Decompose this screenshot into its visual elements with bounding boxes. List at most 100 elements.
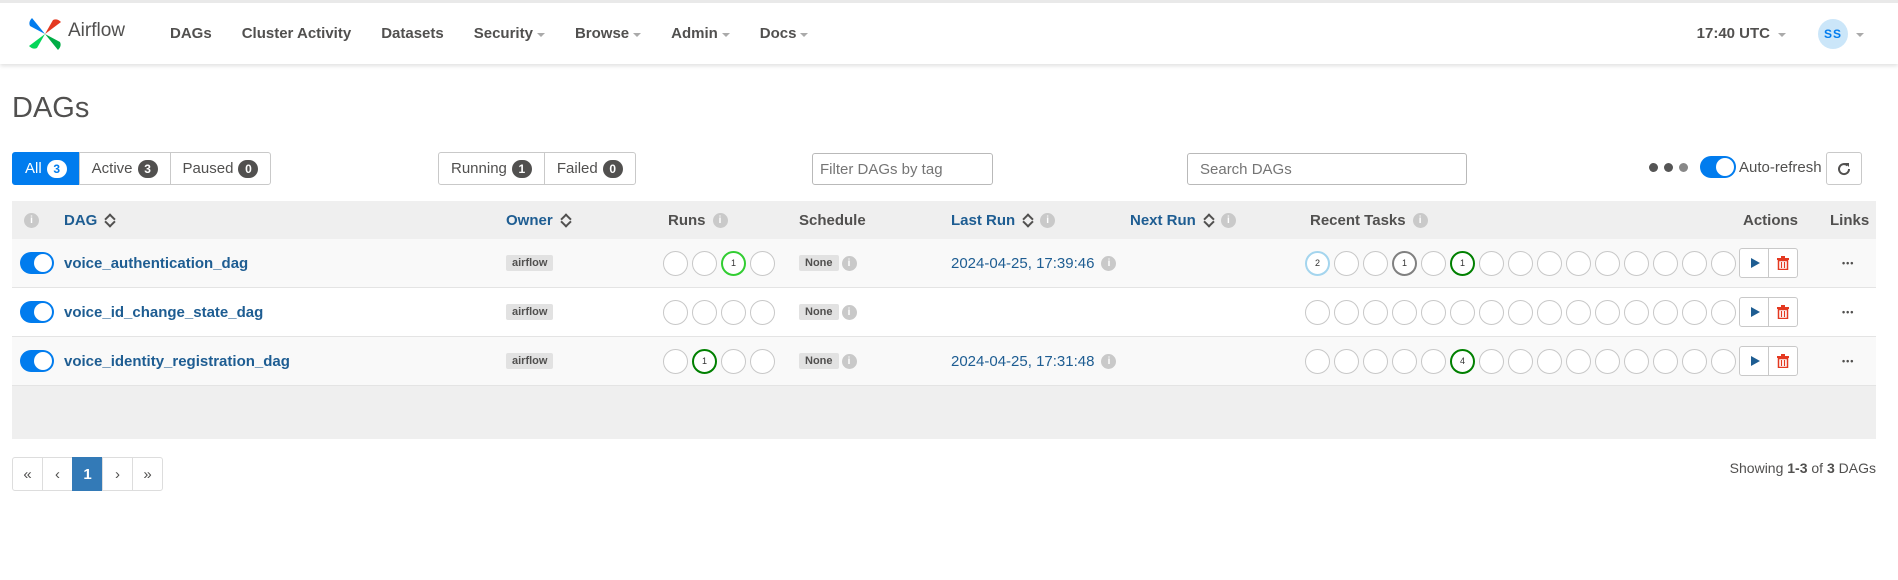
ellipsis-icon[interactable]: ••• — [1842, 356, 1854, 366]
task-state-circle[interactable] — [1624, 299, 1649, 325]
task-state-circle[interactable] — [1711, 299, 1736, 325]
task-state-circle[interactable] — [1305, 299, 1330, 325]
refresh-button[interactable] — [1826, 152, 1862, 185]
auto-refresh-toggle[interactable] — [1700, 156, 1736, 178]
last-run-link[interactable]: 2024-04-25, 17:39:46 — [951, 255, 1094, 272]
task-state-circle[interactable] — [1595, 250, 1620, 276]
run-state-circle[interactable] — [721, 348, 746, 374]
task-state-circle[interactable] — [1305, 348, 1330, 374]
task-state-circle[interactable] — [1711, 250, 1736, 276]
owner-tag[interactable]: airflow — [506, 304, 554, 320]
run-state-circle[interactable] — [692, 250, 717, 276]
task-state-circle[interactable] — [1682, 348, 1707, 374]
task-state-circle[interactable] — [1537, 299, 1562, 325]
run-state-circle[interactable] — [663, 250, 688, 276]
task-state-circle[interactable] — [1508, 348, 1533, 374]
task-state-circle[interactable]: 2 — [1305, 250, 1330, 276]
delete-dag-button[interactable] — [1768, 248, 1798, 278]
task-state-circle[interactable] — [1566, 250, 1591, 276]
task-state-circle[interactable] — [1711, 348, 1736, 374]
task-state-circle[interactable]: 1 — [1450, 250, 1475, 276]
nav-browse[interactable]: Browse — [560, 25, 656, 42]
tag-filter-input[interactable] — [812, 153, 993, 185]
filter-active-button[interactable]: Active 3 — [78, 152, 171, 185]
task-state-circle[interactable] — [1334, 299, 1359, 325]
trigger-dag-button[interactable] — [1739, 297, 1769, 327]
trigger-dag-button[interactable] — [1739, 346, 1769, 376]
page-1-button[interactable]: 1 — [72, 457, 103, 491]
task-state-circle[interactable] — [1334, 348, 1359, 374]
task-state-circle[interactable] — [1595, 348, 1620, 374]
task-state-circle[interactable] — [1421, 299, 1446, 325]
filter-running-button[interactable]: Running 1 — [438, 152, 545, 185]
task-state-circle[interactable] — [1421, 348, 1446, 374]
run-state-circle[interactable] — [721, 299, 746, 325]
task-state-circle[interactable] — [1479, 250, 1504, 276]
task-state-circle[interactable] — [1363, 250, 1388, 276]
task-state-circle[interactable] — [1363, 348, 1388, 374]
task-state-circle[interactable] — [1566, 348, 1591, 374]
delete-dag-button[interactable] — [1768, 346, 1798, 376]
first-page-button[interactable]: « — [12, 457, 43, 491]
filter-failed-button[interactable]: Failed 0 — [543, 152, 636, 185]
next-page-button[interactable]: › — [102, 457, 133, 491]
sort-owner-header[interactable]: Owner — [506, 212, 571, 229]
run-state-circle[interactable]: 1 — [692, 348, 717, 374]
nav-dags[interactable]: DAGs — [155, 25, 227, 42]
task-state-circle[interactable] — [1682, 250, 1707, 276]
trigger-dag-button[interactable] — [1739, 248, 1769, 278]
task-state-circle[interactable] — [1566, 299, 1591, 325]
task-state-circle[interactable] — [1479, 299, 1504, 325]
user-menu[interactable]: SS — [1818, 18, 1864, 49]
task-state-circle[interactable] — [1537, 348, 1562, 374]
last-page-button[interactable]: » — [132, 457, 163, 491]
task-state-circle[interactable] — [1421, 250, 1446, 276]
task-state-circle[interactable] — [1624, 348, 1649, 374]
task-state-circle[interactable] — [1624, 250, 1649, 276]
run-state-circle[interactable] — [663, 348, 688, 374]
nav-datasets[interactable]: Datasets — [366, 25, 459, 42]
search-input[interactable] — [1187, 153, 1467, 185]
task-state-circle[interactable] — [1537, 250, 1562, 276]
run-state-circle[interactable] — [750, 299, 775, 325]
task-state-circle[interactable] — [1508, 299, 1533, 325]
ellipsis-icon[interactable]: ••• — [1842, 258, 1854, 268]
prev-page-button[interactable]: ‹ — [42, 457, 73, 491]
task-state-circle[interactable] — [1392, 299, 1417, 325]
task-state-circle[interactable]: 4 — [1450, 348, 1475, 374]
sort-last-run-header[interactable]: Last Run i — [951, 212, 1056, 229]
run-state-circle[interactable]: 1 — [721, 250, 746, 276]
nav-admin[interactable]: Admin — [656, 25, 745, 42]
dag-pause-toggle[interactable] — [20, 350, 54, 372]
ellipsis-icon[interactable]: ••• — [1842, 307, 1854, 317]
task-state-circle[interactable] — [1653, 250, 1678, 276]
run-state-circle[interactable] — [663, 299, 688, 325]
clock-dropdown[interactable]: 17:40 UTC — [1697, 25, 1786, 42]
sort-dag-header[interactable]: DAG — [64, 212, 115, 229]
last-run-link[interactable]: 2024-04-25, 17:31:48 — [951, 353, 1094, 370]
sort-next-run-header[interactable]: Next Run i — [1130, 212, 1236, 229]
task-state-circle[interactable] — [1682, 299, 1707, 325]
task-state-circle[interactable] — [1653, 348, 1678, 374]
run-state-circle[interactable] — [692, 299, 717, 325]
task-state-circle[interactable] — [1508, 250, 1533, 276]
dag-id-link[interactable]: voice_authentication_dag — [64, 255, 248, 272]
owner-tag[interactable]: airflow — [506, 353, 554, 369]
task-state-circle[interactable] — [1334, 250, 1359, 276]
owner-tag[interactable]: airflow — [506, 255, 554, 271]
run-state-circle[interactable] — [750, 250, 775, 276]
run-state-circle[interactable] — [750, 348, 775, 374]
task-state-circle[interactable] — [1392, 348, 1417, 374]
nav-cluster-activity[interactable]: Cluster Activity — [227, 25, 366, 42]
task-state-circle[interactable] — [1363, 299, 1388, 325]
nav-docs[interactable]: Docs — [745, 25, 824, 42]
task-state-circle[interactable] — [1479, 348, 1504, 374]
brand-link[interactable]: Airflow — [26, 16, 125, 52]
filter-all-button[interactable]: All 3 — [12, 152, 80, 185]
task-state-circle[interactable] — [1450, 299, 1475, 325]
dag-pause-toggle[interactable] — [20, 252, 54, 274]
task-state-circle[interactable]: 1 — [1392, 250, 1417, 276]
nav-security[interactable]: Security — [459, 25, 560, 42]
dag-pause-toggle[interactable] — [20, 301, 54, 323]
filter-paused-button[interactable]: Paused 0 — [169, 152, 272, 185]
